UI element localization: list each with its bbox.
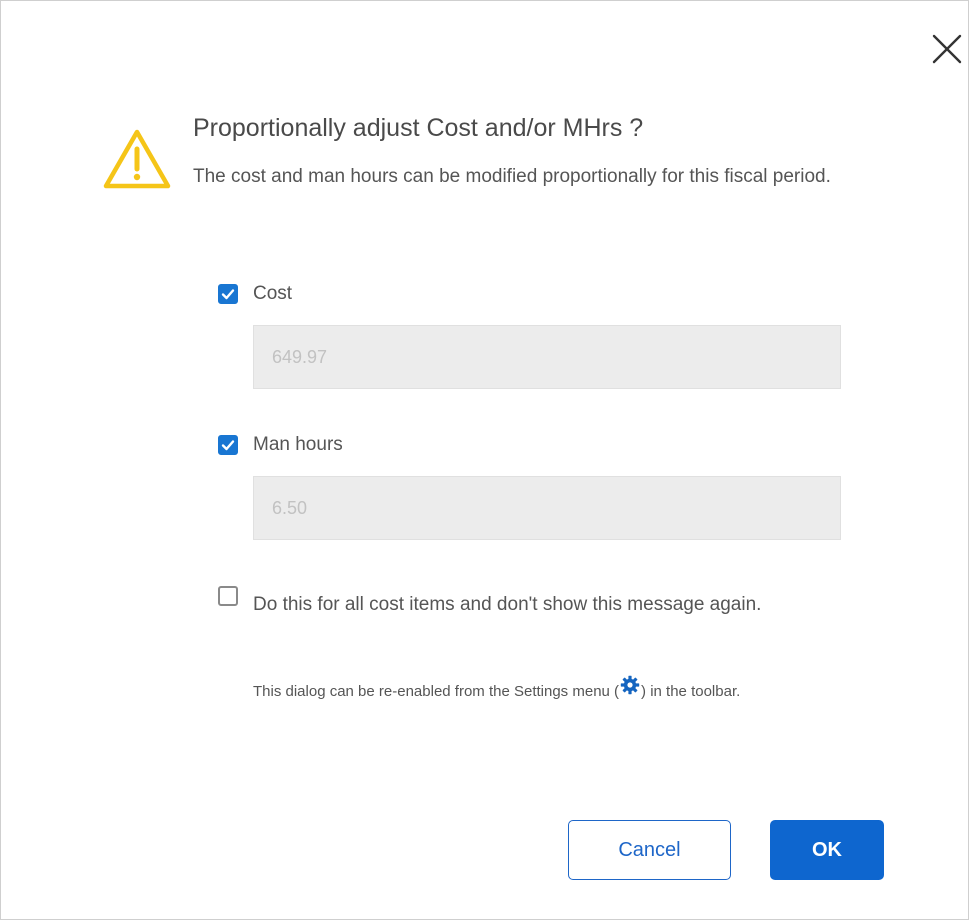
dialog-description: The cost and man hours can be modified p… — [193, 166, 831, 187]
cost-label: Cost — [253, 283, 293, 304]
man-hours-input[interactable]: 6.50 — [253, 476, 841, 540]
cancel-button[interactable]: Cancel — [568, 820, 731, 880]
settings-hint: This dialog can be re-enabled from the S… — [253, 673, 853, 711]
settings-gear-icon — [620, 672, 640, 709]
warning-triangle-icon — [102, 127, 172, 191]
ok-button[interactable]: OK — [770, 820, 884, 880]
apply-all-checkbox[interactable] — [218, 586, 238, 606]
adjust-dialog: Proportionally adjust Cost and/or MHrs ?… — [0, 0, 969, 920]
apply-all-label: Do this for all cost items and don't sho… — [253, 594, 762, 615]
man-hours-label: Man hours — [253, 434, 343, 455]
hint-text-before: This dialog can be re-enabled from the S… — [253, 683, 620, 700]
dialog-title: Proportionally adjust Cost and/or MHrs ? — [193, 114, 644, 142]
man-hours-checkbox[interactable] — [218, 435, 238, 455]
cost-checkbox[interactable] — [218, 284, 238, 304]
hint-text-after: ) in the toolbar. — [641, 683, 741, 700]
cost-input[interactable]: 649.97 — [253, 325, 841, 389]
close-icon[interactable] — [931, 33, 963, 65]
